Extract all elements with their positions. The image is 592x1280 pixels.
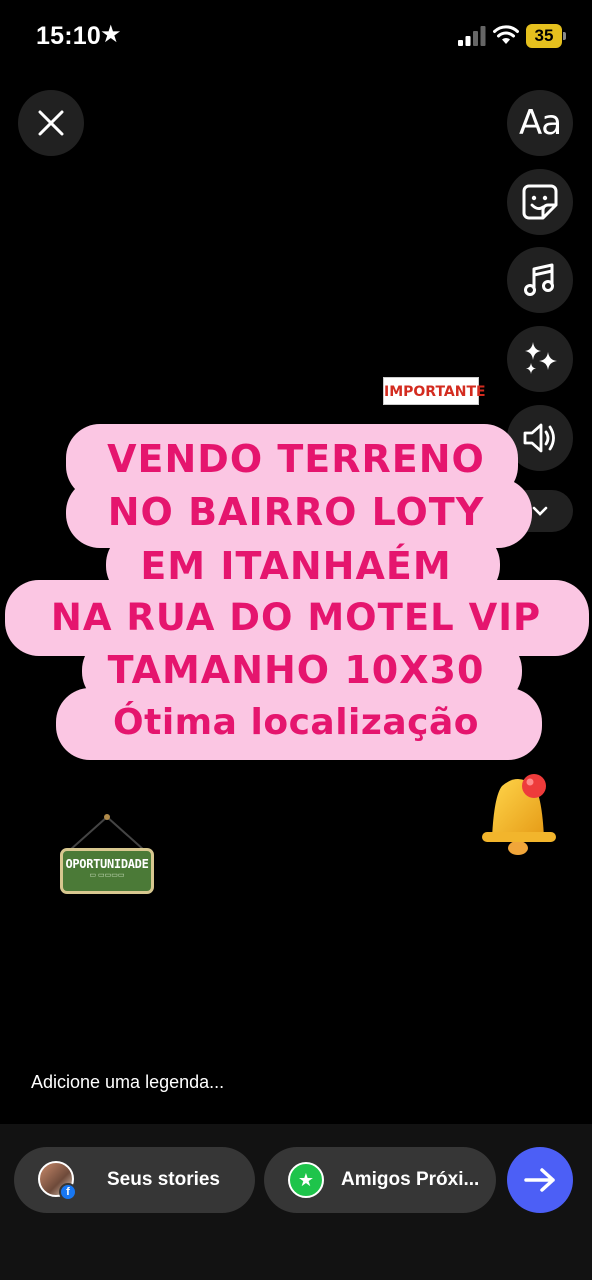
hanging-string [69, 814, 145, 851]
battery-level: 35 [534, 26, 554, 45]
sticker-button[interactable] [507, 169, 573, 235]
text-icon: Aa [518, 103, 562, 143]
music-button[interactable] [507, 247, 573, 313]
text-tool-button[interactable]: Aa [507, 90, 573, 156]
caption-area: Adicione uma legenda... [0, 1056, 592, 1124]
send-button[interactable] [507, 1147, 573, 1213]
sparkles-icon [525, 342, 557, 374]
star-icon: ★ [100, 21, 122, 48]
oportunidade-sticker[interactable]: OPORTUNIDADE ▭ ▭▭▭▭ [58, 812, 156, 898]
status-bar: 15:10 ★ 35 [0, 0, 592, 76]
story-line: NO BAIRRO LOTY [107, 490, 485, 534]
close-icon [38, 110, 64, 136]
your-stories-button[interactable]: f Seus stories [14, 1147, 255, 1213]
battery-icon: 35 [526, 24, 566, 48]
status-time: 15:10 [36, 22, 101, 50]
bell-icon[interactable] [472, 766, 564, 858]
sticker-icon [522, 184, 558, 220]
oportunidade-sub: ▭ ▭▭▭▭ [89, 872, 125, 879]
arrow-right-icon [524, 1168, 555, 1192]
effects-button[interactable] [507, 326, 573, 392]
facebook-icon: f [59, 1183, 77, 1201]
story-line: EM ITANHAÉM [140, 544, 452, 588]
share-bar: f Seus stories ★ Amigos Próxi... [0, 1124, 592, 1280]
story-line: TAMANHO 10X30 [107, 648, 485, 692]
close-button[interactable] [18, 90, 84, 156]
close-friends-label: Amigos Próxi... [341, 1169, 480, 1190]
story-line: NA RUA DO MOTEL VIP [50, 596, 542, 639]
wifi-icon [493, 25, 519, 44]
close-friends-star-icon: ★ [288, 1162, 324, 1198]
importante-sticker[interactable]: IMPORTANTE [383, 377, 486, 405]
signal-icon [458, 26, 486, 46]
story-line: VENDO TERRENO [107, 437, 485, 481]
close-friends-button[interactable]: ★ Amigos Próxi... [264, 1147, 496, 1213]
oportunidade-board: OPORTUNIDADE ▭ ▭▭▭▭ [60, 848, 154, 894]
story-line: Ótima localização [113, 702, 479, 743]
oportunidade-text: OPORTUNIDADE [65, 857, 149, 871]
caption-input[interactable]: Adicione uma legenda... [31, 1072, 224, 1093]
your-stories-label: Seus stories [107, 1169, 220, 1190]
music-icon [524, 263, 554, 296]
